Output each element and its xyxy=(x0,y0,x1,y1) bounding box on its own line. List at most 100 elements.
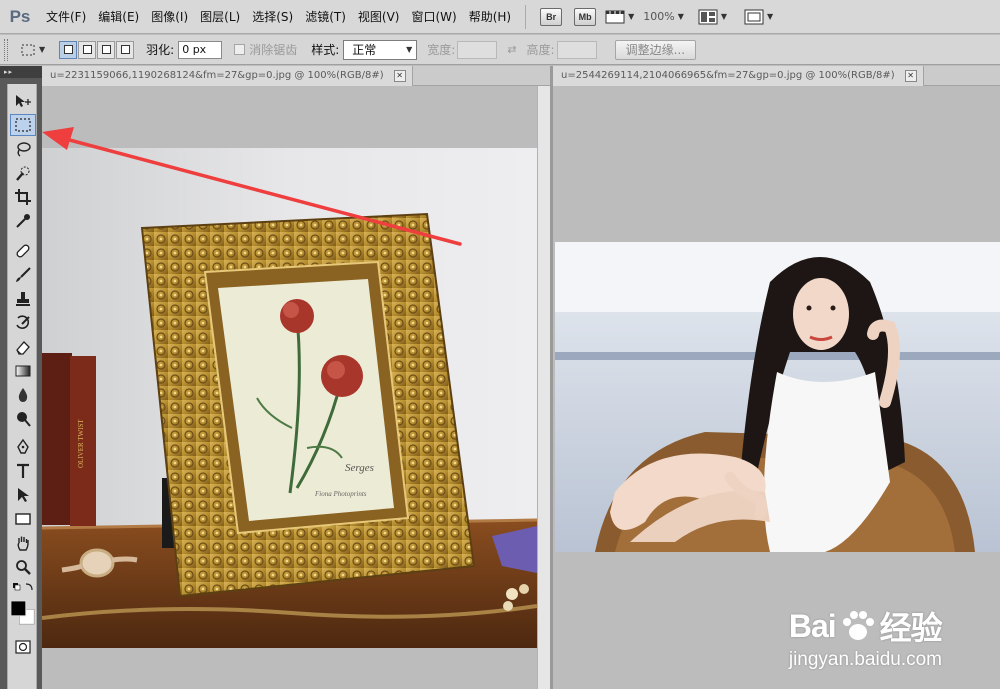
healing-brush-tool[interactable] xyxy=(10,240,36,262)
watermark-brand-right: 经验 xyxy=(879,610,943,646)
canvas-image-portrait[interactable] xyxy=(555,242,1000,552)
arrange-documents-button[interactable]: ▼ xyxy=(698,9,727,25)
document-tab-right[interactable]: u=2544269114,2104066965&fm=27&gp=0.jpg @… xyxy=(553,66,924,86)
vertical-scrollbar[interactable] xyxy=(537,86,550,689)
swap-colors-button[interactable] xyxy=(10,580,36,594)
width-input[interactable] xyxy=(457,40,498,59)
menu-filter[interactable]: 滤镜(T) xyxy=(299,0,352,34)
refine-edge-button[interactable]: 调整边缘... xyxy=(614,39,697,60)
chevron-down-icon: ▼ xyxy=(39,45,46,54)
intersect-selection-button[interactable] xyxy=(116,40,135,59)
path-selection-icon xyxy=(18,488,29,502)
hand-icon xyxy=(17,536,29,551)
path-selection-tool[interactable] xyxy=(10,484,36,506)
add-selection-icon xyxy=(82,45,92,54)
zoom-chevron-icon[interactable]: ▼ xyxy=(678,12,684,21)
menu-help[interactable]: 帮助(H) xyxy=(463,0,517,34)
type-icon xyxy=(17,463,29,478)
document-tab-bar: u=2544269114,2104066965&fm=27&gp=0.jpg @… xyxy=(553,66,1000,86)
canvas-image-frame[interactable]: OLIVER TWIST Serges Fiona Photoprints xyxy=(42,148,537,648)
crop-icon xyxy=(15,189,31,205)
close-icon[interactable]: ✕ xyxy=(904,69,917,82)
tool-panel-header[interactable]: ▸▸ xyxy=(0,66,42,78)
options-bar: ▼ 羽化: 0 px 消除锯齿 样式: 正常 ▼ 宽度: ⇄ 高度: 调整边缘..… xyxy=(0,35,1000,65)
menu-window[interactable]: 窗口(W) xyxy=(405,0,462,34)
add-selection-button[interactable] xyxy=(78,40,97,59)
swap-icon[interactable]: ⇄ xyxy=(507,43,516,56)
document-window-left[interactable]: u=2231159066,1190268124&fm=27&gp=0.jpg @… xyxy=(42,66,550,689)
rect-marquee-icon xyxy=(15,118,31,132)
feather-input[interactable]: 0 px xyxy=(178,40,223,59)
frame-signature: Serges xyxy=(345,462,374,474)
menu-image[interactable]: 图像(I) xyxy=(145,0,194,34)
color-swatches[interactable] xyxy=(10,596,36,630)
svg-text:OLIVER TWIST: OLIVER TWIST xyxy=(77,419,85,468)
tool-preset-picker[interactable]: ▼ xyxy=(20,42,45,58)
zoom-tool[interactable] xyxy=(10,556,36,578)
options-grip[interactable] xyxy=(4,38,8,61)
gradient-tool[interactable] xyxy=(10,360,36,382)
document-tab-left[interactable]: u=2231159066,1190268124&fm=27&gp=0.jpg @… xyxy=(42,66,413,86)
quick-selection-tool[interactable] xyxy=(10,162,36,184)
chevron-down-icon: ▼ xyxy=(767,12,774,21)
bridge-button[interactable]: Br xyxy=(540,7,563,26)
move-tool[interactable] xyxy=(10,90,36,112)
history-brush-tool[interactable] xyxy=(10,312,36,334)
screen-mode-button[interactable]: ▼ xyxy=(744,9,773,25)
magnifier-icon xyxy=(16,560,31,575)
chevron-down-icon: ▼ xyxy=(628,12,635,21)
antialias-label: 消除锯齿 xyxy=(249,43,298,57)
mini-bridge-button[interactable]: Mb xyxy=(574,7,597,26)
default-colors-icon xyxy=(13,583,33,591)
foreground-background-swatch xyxy=(10,600,35,625)
marquee-preset-icon xyxy=(21,44,35,55)
brush-icon xyxy=(16,267,31,282)
eyedropper-icon xyxy=(16,214,30,228)
extras-button[interactable]: ▼ xyxy=(605,9,634,25)
crop-tool[interactable] xyxy=(10,186,36,208)
rect-marquee-tool[interactable] xyxy=(10,114,36,136)
menu-edit[interactable]: 编辑(E) xyxy=(92,0,145,34)
document-title: u=2231159066,1190268124&fm=27&gp=0.jpg @… xyxy=(50,70,384,81)
chevron-down-icon: ▼ xyxy=(720,12,728,21)
watermark-url: jingyan.baidu.com xyxy=(788,649,942,670)
watermark-logo: Bai 经验 xyxy=(789,603,943,649)
eraser-tool[interactable] xyxy=(10,336,36,358)
quick-mask-button[interactable] xyxy=(10,636,36,658)
type-tool[interactable] xyxy=(10,460,36,482)
close-icon[interactable]: ✕ xyxy=(393,69,406,82)
document-title: u=2544269114,2104066965&fm=27&gp=0.jpg @… xyxy=(561,70,895,81)
rectangle-shape-tool[interactable] xyxy=(10,508,36,530)
menu-select[interactable]: 选择(S) xyxy=(246,0,299,34)
eyedropper-tool[interactable] xyxy=(10,210,36,232)
arrange-icon xyxy=(698,9,718,24)
tool-panel: ▸▸ xyxy=(0,66,42,689)
document-window-right[interactable]: u=2544269114,2104066965&fm=27&gp=0.jpg @… xyxy=(553,66,1000,689)
style-select[interactable]: 正常 ▼ xyxy=(343,39,418,60)
blur-tool[interactable] xyxy=(10,384,36,406)
zoom-level[interactable]: 100% xyxy=(643,10,674,23)
hand-tool[interactable] xyxy=(10,532,36,554)
screen-mode-icon xyxy=(744,9,764,24)
menu-view[interactable]: 视图(V) xyxy=(352,0,406,34)
lasso-tool[interactable] xyxy=(10,138,36,160)
clone-stamp-tool[interactable] xyxy=(10,288,36,310)
pen-tool[interactable] xyxy=(10,436,36,458)
portrait-scene xyxy=(555,242,1000,552)
dodge-tool[interactable] xyxy=(10,408,36,430)
move-icon xyxy=(16,95,31,107)
frame-caption: Fiona Photoprints xyxy=(314,490,367,498)
brush-tool[interactable] xyxy=(10,264,36,286)
menu-file[interactable]: 文件(F) xyxy=(40,0,92,34)
antialias-checkbox[interactable]: 消除锯齿 xyxy=(234,41,297,58)
subtract-selection-button[interactable] xyxy=(97,40,116,59)
chevron-down-icon: ▼ xyxy=(406,45,413,54)
stamp-icon xyxy=(16,292,30,306)
photo-frame-scene: OLIVER TWIST Serges Fiona Photoprints xyxy=(42,148,537,648)
menu-layer[interactable]: 图层(L) xyxy=(194,0,246,34)
feather-label: 羽化: xyxy=(146,43,175,57)
height-input[interactable] xyxy=(556,40,597,59)
new-selection-button[interactable] xyxy=(59,40,78,59)
tool-list xyxy=(7,84,37,689)
eraser-icon xyxy=(16,341,30,355)
